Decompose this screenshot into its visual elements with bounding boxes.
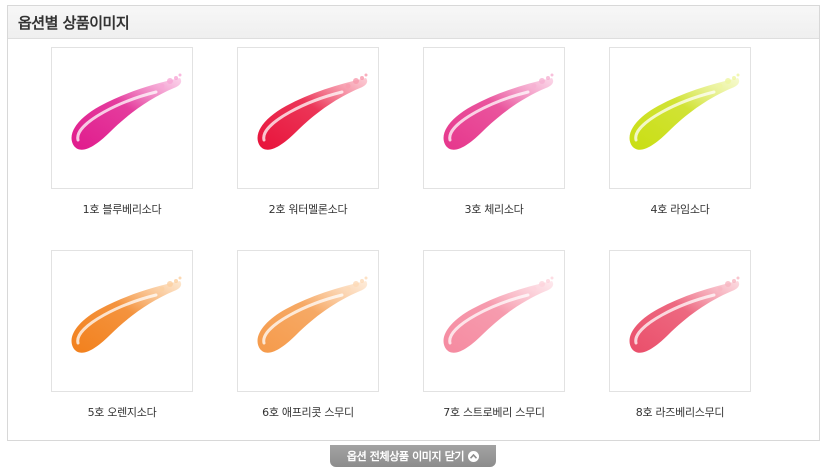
lip-swatch	[443, 73, 554, 150]
close-all-images-button[interactable]: 옵션 전체상품 이미지 닫기	[330, 445, 496, 467]
product-image[interactable]	[609, 47, 751, 189]
product-caption: 3호 체리소다	[464, 203, 524, 216]
product-image[interactable]	[423, 250, 565, 392]
product-item[interactable]: 2호 워터멜론소다	[237, 47, 379, 217]
product-caption: 5호 오렌지소다	[87, 406, 157, 419]
product-item[interactable]: 1호 블루베리소다	[51, 47, 193, 217]
panel-header: 옵션별 상품이미지	[8, 6, 819, 39]
product-image[interactable]	[51, 250, 193, 392]
product-caption: 7호 스트로베리 스무디	[443, 406, 545, 419]
product-image[interactable]	[609, 250, 751, 392]
product-image[interactable]	[423, 47, 565, 189]
lip-swatch	[71, 276, 182, 353]
lip-swatch	[257, 276, 368, 353]
chevron-up-icon	[468, 450, 480, 462]
product-image[interactable]	[237, 47, 379, 189]
product-item[interactable]: 4호 라임소다	[609, 47, 751, 217]
product-item[interactable]: 5호 오렌지소다	[51, 250, 193, 420]
lip-swatch	[629, 73, 740, 150]
product-item[interactable]: 8호 라즈베리스무디	[609, 250, 751, 420]
product-caption: 4호 라임소다	[650, 203, 710, 216]
section-title: 옵션별 상품이미지	[18, 14, 130, 32]
option-images-panel: 옵션별 상품이미지 1호 블루베리소다 2호 워터멜론소다 3호 체리소다 4호…	[7, 5, 820, 441]
product-caption: 2호 워터멜론소다	[268, 203, 348, 216]
product-caption: 1호 블루베리소다	[82, 203, 162, 216]
product-caption: 6호 애프리콧 스무디	[262, 406, 354, 419]
close-button-label: 옵션 전체상품 이미지 닫기	[346, 450, 465, 463]
lip-swatch	[257, 73, 368, 150]
product-item[interactable]: 7호 스트로베리 스무디	[423, 250, 565, 420]
product-item[interactable]: 3호 체리소다	[423, 47, 565, 217]
lip-swatch	[629, 276, 740, 353]
product-image[interactable]	[51, 47, 193, 189]
product-item[interactable]: 6호 애프리콧 스무디	[237, 250, 379, 420]
product-caption: 8호 라즈베리스무디	[635, 406, 725, 419]
lip-swatch	[443, 276, 554, 353]
lip-swatch	[71, 73, 182, 150]
product-image[interactable]	[237, 250, 379, 392]
